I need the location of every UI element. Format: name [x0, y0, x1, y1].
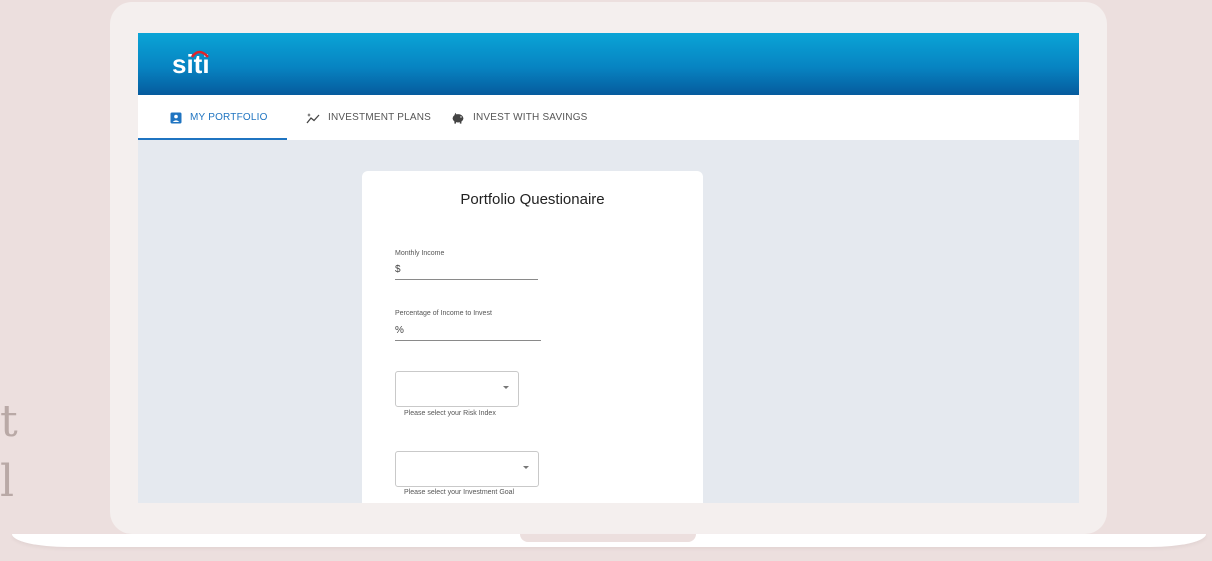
app-screen: siti MY PORTFOLIO INVESTMENT PLANS INVES…	[138, 33, 1079, 503]
tab-investment-plans-label: INVESTMENT PLANS	[328, 112, 432, 123]
tab-my-portfolio[interactable]: MY PORTFOLIO	[170, 95, 268, 140]
logo-arc-icon	[190, 50, 209, 58]
tab-invest-with-savings-label: INVEST WITH SAVINGS	[473, 112, 588, 123]
chevron-down-icon	[503, 386, 509, 389]
monthly-income-input[interactable]	[395, 279, 538, 280]
questionnaire-card: Portfolio Questionaire Monthly Income $ …	[362, 171, 703, 503]
app-header: siti	[138, 33, 1079, 95]
laptop-notch	[520, 534, 696, 542]
percentage-label: Percentage of Income to Invest	[395, 310, 492, 317]
background-glyph-t: t	[0, 396, 18, 447]
tab-my-portfolio-label: MY PORTFOLIO	[190, 112, 268, 123]
chevron-down-icon	[523, 466, 529, 469]
sparkle-chart-icon	[306, 112, 320, 124]
tab-investment-plans[interactable]: INVESTMENT PLANS	[306, 95, 431, 140]
percentage-prefix: %	[395, 325, 404, 336]
siti-logo[interactable]: siti	[172, 47, 210, 81]
background-glyph-l: l	[0, 456, 15, 507]
active-tab-indicator	[138, 138, 287, 140]
tab-bar: MY PORTFOLIO INVESTMENT PLANS INVEST WIT…	[138, 95, 1079, 140]
risk-index-select[interactable]	[395, 371, 519, 407]
monthly-income-prefix: $	[395, 264, 401, 275]
monthly-income-label: Monthly Income	[395, 250, 445, 257]
risk-index-helper: Please select your Risk Index	[404, 410, 496, 417]
card-title: Portfolio Questionaire	[460, 191, 605, 208]
investment-goal-helper: Please select your Investment Goal	[404, 489, 515, 496]
tab-invest-with-savings[interactable]: INVEST WITH SAVINGS	[451, 95, 588, 140]
portfolio-badge-icon	[170, 112, 182, 124]
investment-goal-select[interactable]	[395, 451, 539, 487]
piggy-bank-icon	[451, 112, 465, 124]
percentage-input[interactable]	[395, 340, 541, 341]
